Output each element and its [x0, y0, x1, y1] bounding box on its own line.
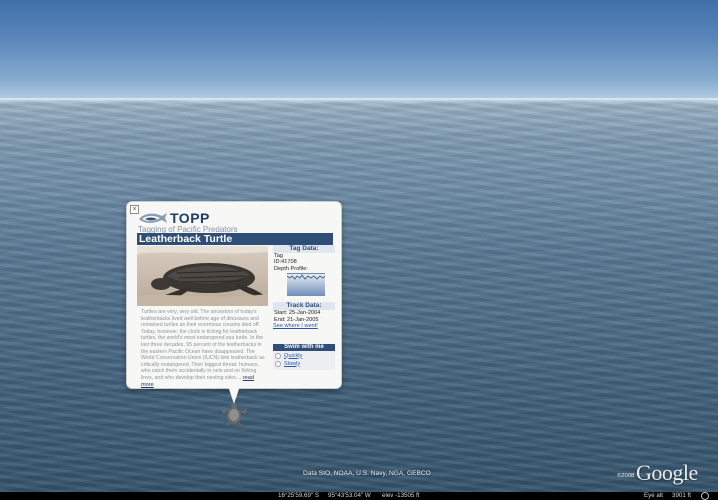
logo-text: TOPP: [170, 210, 210, 226]
eye-alt-label: Eye alt: [644, 492, 663, 499]
tag-data-heading: Tag Data:: [273, 245, 335, 253]
quickly-link[interactable]: Quickly: [284, 353, 302, 360]
streaming-indicator-icon: [701, 492, 709, 500]
topp-logo: TOPP: [138, 210, 210, 226]
turtle-photo: [137, 246, 268, 306]
elevation-readout: elev -13505 ft: [382, 492, 420, 499]
radio-slowly[interactable]: [275, 361, 281, 368]
turtle-photo-image: [137, 246, 268, 306]
data-sidebar: Tag Data: Tag ID:41708 Depth Profile: Tr…: [273, 245, 335, 371]
description-text: Turtles are very, very old. The ancestor…: [141, 309, 265, 389]
swim-options: Quickly Slowly: [273, 351, 335, 371]
balloon-title: Leatherback Turtle: [137, 233, 333, 245]
fish-logo-icon: [139, 212, 167, 223]
horizon: [0, 98, 718, 104]
track-data-heading: Track Data:: [273, 302, 335, 311]
radio-quickly[interactable]: [275, 353, 281, 360]
turtle-placemark-icon[interactable]: [220, 402, 248, 428]
ocean-surface[interactable]: [0, 100, 718, 492]
latitude-readout: 16°25'59.69" S: [278, 492, 319, 499]
swim-option-slowly[interactable]: Slowly: [275, 360, 335, 368]
copyright: ©2008: [617, 473, 635, 479]
longitude-readout: 95°43'53.04" W: [328, 492, 371, 499]
swim-option-quickly[interactable]: Quickly: [275, 352, 335, 360]
description-body: Turtles are very, very old. The ancestor…: [141, 309, 265, 381]
slowly-link[interactable]: Slowly: [284, 361, 300, 368]
depth-profile-label: Depth Profile:: [274, 265, 308, 272]
info-balloon: × TOPP Tagging of Pacific Predators Leat…: [126, 201, 342, 389]
depth-profile-graph: [286, 273, 326, 297]
google-logo: Google: [636, 460, 698, 485]
sky: [0, 0, 718, 102]
eye-alt-value: 3901 ft: [672, 492, 691, 499]
data-credit: Data SIO, NOAA, U.S. Navy, NGA, GEBCO: [303, 470, 431, 477]
swim-with-me-heading: Swim with me: [273, 344, 335, 352]
see-where-i-went-link[interactable]: See where I went!: [273, 323, 335, 330]
status-bar: 16°25'59.69" S 95°43'53.04" W elev -1350…: [0, 492, 718, 500]
